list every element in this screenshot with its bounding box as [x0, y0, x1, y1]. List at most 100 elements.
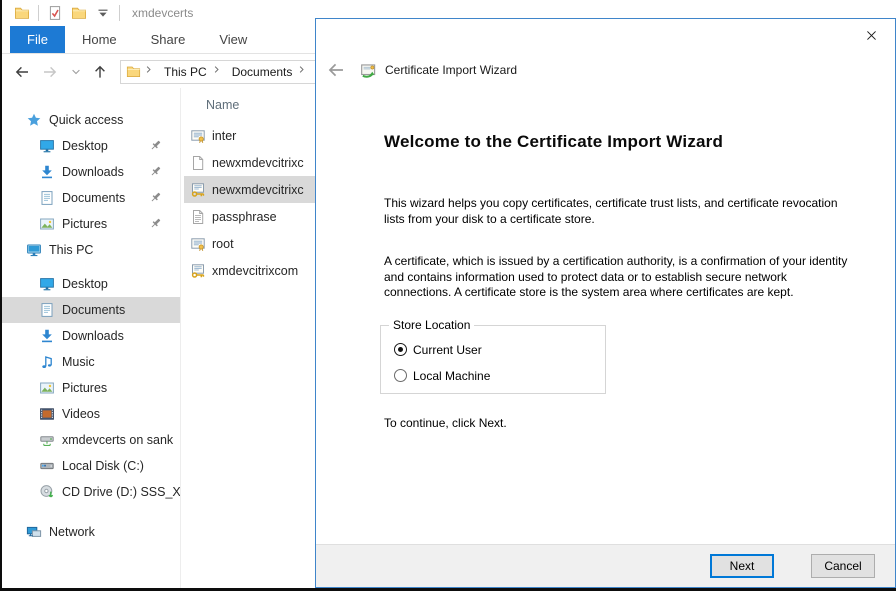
- pin-icon: [148, 190, 163, 205]
- navigation-pane: Quick access Desktop Downloads Documents Pic…: [2, 95, 180, 588]
- cert-icon: [190, 236, 206, 252]
- cert-key-icon: [190, 182, 206, 198]
- network-icon: [26, 524, 42, 540]
- radio-current-user-selected[interactable]: [394, 343, 407, 356]
- sidebar-item-cd-drive-d-sss-x0[interactable]: CD Drive (D:) SSS_X0: [2, 479, 180, 505]
- radio-option-current-user[interactable]: Current User: [394, 343, 605, 357]
- window-title: xmdevcerts: [132, 6, 193, 20]
- sidebar-item-videos[interactable]: Videos: [2, 401, 180, 427]
- sidebar-item-label: Pictures: [62, 381, 107, 395]
- documents-icon: [39, 302, 55, 318]
- sidebar-item-desktop[interactable]: Desktop: [2, 271, 180, 297]
- downloads-icon: [39, 164, 55, 180]
- sidebar-item-label: Pictures: [62, 217, 107, 231]
- sidebar-item-label: Desktop: [62, 277, 108, 291]
- sidebar-item-music[interactable]: Music: [2, 349, 180, 375]
- file-item-label: newxmdevcitrixc: [212, 156, 304, 170]
- close-icon: [865, 29, 878, 42]
- sidebar-item-quick-access[interactable]: Quick access: [2, 107, 180, 133]
- star-icon: [26, 112, 42, 128]
- pictures-icon: [39, 216, 55, 232]
- store-location-groupbox: Store Location Current UserLocal Machine: [380, 325, 606, 394]
- sidebar-item-documents[interactable]: Documents: [2, 185, 180, 211]
- tab-file[interactable]: File: [10, 26, 65, 53]
- up-button[interactable]: [92, 64, 108, 80]
- folder-icon: [126, 64, 141, 79]
- wizard-intro-text: This wizard helps you copy certificates,…: [384, 196, 867, 227]
- next-button[interactable]: Next: [710, 554, 774, 578]
- crumb-chevron-icon[interactable]: [143, 64, 158, 79]
- breadcrumb-this-pc[interactable]: This PC: [160, 65, 211, 79]
- cert-icon: [190, 128, 206, 144]
- dialog-header: Certificate Import Wizard: [316, 55, 895, 85]
- pictures-icon: [39, 380, 55, 396]
- sidebar-item-downloads[interactable]: Downloads: [2, 323, 180, 349]
- quick-access-toolbar: [2, 5, 124, 21]
- pin-icon: [148, 164, 163, 179]
- file-item-label: xmdevcitrixcom: [212, 264, 298, 278]
- net-drive-icon: [39, 432, 55, 448]
- sidebar-item-label: Quick access: [49, 113, 123, 127]
- documents-icon: [39, 190, 55, 206]
- sidebar-item-documents[interactable]: Documents: [2, 297, 180, 323]
- qat-separator: [119, 5, 120, 21]
- desktop-icon: [39, 276, 55, 292]
- cd-icon: [39, 484, 55, 500]
- sidebar-item-this-pc[interactable]: This PC: [2, 237, 180, 263]
- sidebar-item-label: Local Disk (C:): [62, 459, 144, 473]
- wizard-back-icon[interactable]: [327, 61, 345, 79]
- continue-hint: To continue, click Next.: [384, 416, 867, 430]
- radio-local-machine[interactable]: [394, 369, 407, 382]
- qat-caret-icon[interactable]: [95, 5, 111, 21]
- tab-home[interactable]: Home: [65, 26, 134, 53]
- wizard-heading: Welcome to the Certificate Import Wizard: [384, 132, 867, 152]
- wizard-description-text: A certificate, which is issued by a cert…: [384, 254, 867, 301]
- sidebar-divider: [180, 88, 181, 588]
- cancel-button[interactable]: Cancel: [811, 554, 875, 578]
- store-location-label: Store Location: [389, 318, 474, 332]
- back-button[interactable]: [14, 64, 30, 80]
- close-button[interactable]: [857, 23, 885, 47]
- sidebar-item-label: This PC: [49, 243, 93, 257]
- sidebar-item-label: Downloads: [62, 165, 124, 179]
- file-text-icon: [190, 209, 206, 225]
- radio-label: Current User: [413, 343, 482, 357]
- dialog-content: Welcome to the Certificate Import Wizard…: [316, 132, 895, 430]
- sidebar-item-label: CD Drive (D:) SSS_X0: [62, 485, 180, 499]
- sidebar-item-label: Desktop: [62, 139, 108, 153]
- certificate-import-wizard-dialog: Certificate Import Wizard Welcome to the…: [315, 18, 896, 588]
- crumb-chevron-icon[interactable]: [211, 64, 226, 79]
- folder-icon[interactable]: [14, 5, 30, 21]
- sidebar-item-xmdevcerts-on-sank[interactable]: xmdevcerts on sank: [2, 427, 180, 453]
- certificate-wizard-icon: [360, 61, 378, 79]
- dialog-footer: Next Cancel: [316, 544, 895, 587]
- forward-button[interactable]: [42, 64, 58, 80]
- sidebar-item-label: Downloads: [62, 329, 124, 343]
- file-item-label: root: [212, 237, 234, 251]
- crumb-chevron-icon[interactable]: [296, 64, 311, 79]
- desktop-icon: [39, 138, 55, 154]
- music-icon: [39, 354, 55, 370]
- disk-icon: [39, 458, 55, 474]
- monitor-icon: [26, 242, 42, 258]
- recent-locations-chevron-icon[interactable]: [70, 66, 82, 78]
- sidebar-item-label: xmdevcerts on sank: [62, 433, 173, 447]
- new-folder-icon[interactable]: [71, 5, 87, 21]
- tab-share[interactable]: Share: [134, 26, 203, 53]
- radio-label: Local Machine: [413, 369, 490, 383]
- tab-view[interactable]: View: [202, 26, 264, 53]
- sidebar-item-label: Documents: [62, 191, 125, 205]
- cert-key-icon: [190, 263, 206, 279]
- file-item-label: passphrase: [212, 210, 277, 224]
- file-item-label: inter: [212, 129, 236, 143]
- breadcrumb-documents[interactable]: Documents: [228, 65, 297, 79]
- sidebar-item-pictures[interactable]: Pictures: [2, 375, 180, 401]
- qat-separator: [38, 5, 39, 21]
- sidebar-item-pictures[interactable]: Pictures: [2, 211, 180, 237]
- properties-icon[interactable]: [47, 5, 63, 21]
- radio-option-local-machine[interactable]: Local Machine: [394, 369, 605, 383]
- sidebar-item-network[interactable]: Network: [2, 519, 180, 545]
- sidebar-item-local-disk-c[interactable]: Local Disk (C:): [2, 453, 180, 479]
- sidebar-item-desktop[interactable]: Desktop: [2, 133, 180, 159]
- sidebar-item-downloads[interactable]: Downloads: [2, 159, 180, 185]
